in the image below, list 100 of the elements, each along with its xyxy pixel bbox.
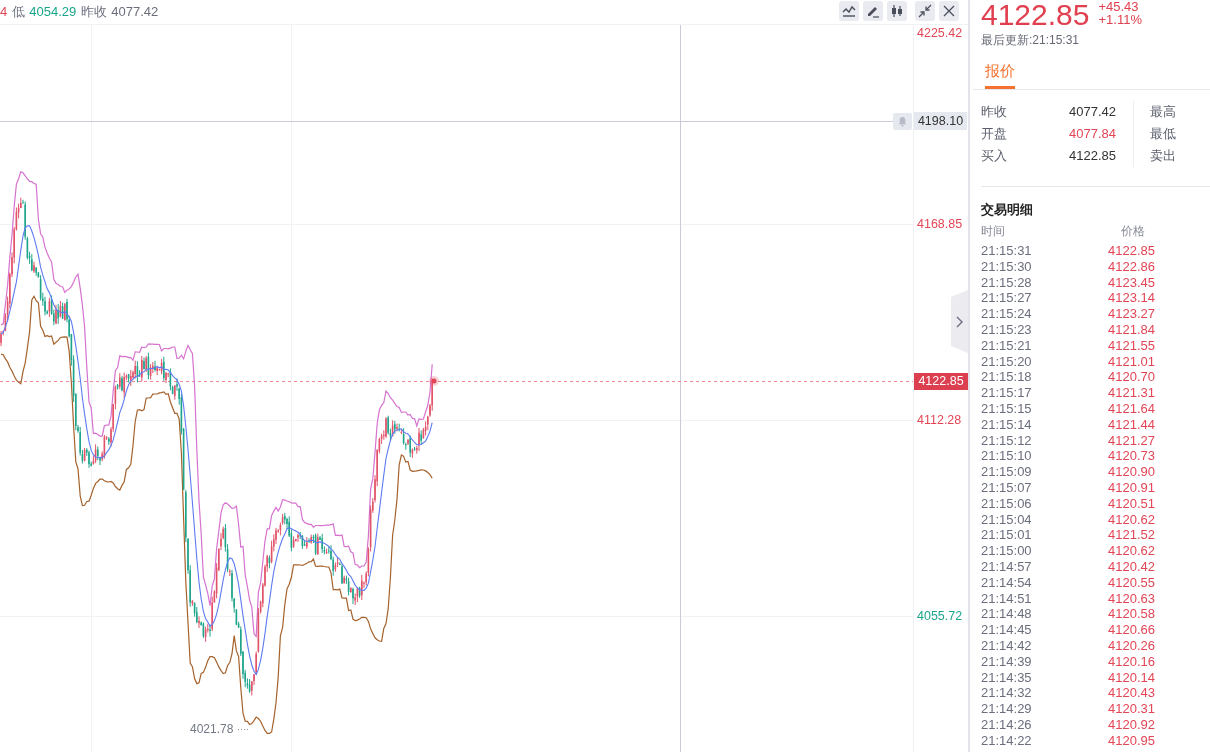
pencil-icon	[866, 4, 880, 18]
trade-price: 4120.63	[1108, 590, 1155, 607]
candlestick-icon	[890, 4, 904, 18]
column-header: 价格	[1120, 223, 1145, 239]
axis-label: 4112.28	[917, 412, 962, 428]
trade-price: 4121.31	[1108, 385, 1155, 401]
last-update-time: 最后更新:21:15:31	[981, 32, 1081, 48]
trade-time: 21:15:15	[981, 400, 1033, 417]
trade-time: 21:15:12	[981, 432, 1033, 449]
close-button[interactable]	[939, 1, 959, 21]
quote-value: 4077.84	[1069, 125, 1116, 143]
quote-tab[interactable]: 报价	[985, 61, 1015, 89]
trade-time: 21:15:27	[981, 290, 1033, 307]
trade-price: 4120.70	[1108, 369, 1155, 386]
trade-time: 21:14:42	[981, 637, 1033, 654]
trade-price: 4120.90	[1108, 464, 1155, 480]
trade-price: 4120.95	[1108, 732, 1155, 749]
trade-time: 21:14:22	[981, 732, 1033, 749]
trade-price: 4123.27	[1108, 306, 1155, 322]
trade-price: 4120.16	[1108, 653, 1155, 670]
axis-label: 4055.72	[917, 608, 963, 624]
trade-time: 21:15:04	[981, 511, 1033, 528]
quote-label: 最低	[1150, 125, 1176, 143]
trade-time: 21:14:29	[981, 701, 1033, 717]
trade-price: 4121.01	[1108, 353, 1155, 370]
trade-price: 4120.26	[1108, 637, 1155, 654]
quote-label: 昨收	[981, 103, 1007, 121]
quote-label: 最高	[1150, 103, 1176, 121]
trade-time: 21:15:21	[981, 337, 1033, 354]
trade-time: 21:15:30	[981, 258, 1033, 275]
stat-label: 昨收	[81, 3, 108, 21]
indicator-button[interactable]	[839, 1, 859, 21]
trade-price: 4120.66	[1108, 622, 1155, 638]
quote-label: 开盘	[981, 125, 1007, 143]
trade-price: 4120.42	[1108, 558, 1155, 575]
price-change-percent: +1.11%	[1098, 13, 1142, 26]
trade-price: 4121.84	[1108, 322, 1155, 338]
shrink-icon	[918, 4, 932, 18]
trade-time: 21:14:45	[981, 622, 1033, 638]
trade-time: 21:14:48	[981, 606, 1033, 623]
last-price-label: 4122.85	[914, 373, 968, 390]
column-header: 时间	[981, 223, 1006, 239]
trade-time: 21:15:31	[981, 243, 1033, 259]
stat-value: 4077.42	[111, 3, 159, 21]
trade-price: 4121.64	[1108, 400, 1155, 417]
trade-price: 4120.31	[1108, 701, 1155, 717]
quote-value: 4122.85	[1069, 147, 1116, 165]
trade-price: 4121.44	[1108, 416, 1155, 433]
trade-price: 4122.85	[1108, 243, 1155, 259]
trade-time: 21:15:28	[981, 274, 1033, 291]
quote-label: 买入	[981, 147, 1007, 165]
line-chart-icon	[842, 4, 856, 18]
trade-price: 4121.52	[1108, 527, 1155, 544]
last-price: 4122.85	[981, 0, 1090, 30]
trade-time: 21:15:23	[981, 322, 1033, 338]
trade-time: 21:15:09	[981, 464, 1033, 480]
trade-time: 21:15:18	[981, 369, 1033, 386]
axis-label: 4168.85	[917, 216, 963, 232]
stat-value: 4054.29	[29, 3, 77, 21]
bell-icon	[897, 116, 908, 127]
quote-label: 卖出	[1150, 147, 1176, 165]
trade-price: 4120.73	[1108, 448, 1155, 465]
trade-price: 4120.62	[1108, 511, 1155, 528]
trade-price: 4121.27	[1108, 432, 1155, 449]
trade-price: 4120.62	[1108, 543, 1155, 559]
trade-price: 4120.14	[1108, 669, 1155, 686]
stat-label: 低	[12, 3, 26, 21]
price-change: +45.43	[1098, 0, 1140, 13]
trade-time: 21:14:39	[981, 653, 1033, 670]
shrink-button[interactable]	[915, 1, 935, 21]
trade-price: 4123.45	[1108, 274, 1155, 291]
section-title: 交易明细	[981, 201, 1034, 219]
stat-value: 4	[0, 3, 8, 21]
close-icon	[942, 4, 956, 18]
trade-time: 21:15:07	[981, 479, 1033, 496]
quote-value: 4077.42	[1069, 103, 1116, 121]
trade-time: 21:14:35	[981, 669, 1033, 686]
trade-time: 21:15:20	[981, 353, 1033, 370]
chevron-right-icon	[956, 315, 963, 328]
trade-time: 21:15:06	[981, 495, 1033, 512]
trade-time: 21:15:10	[981, 448, 1033, 465]
trade-time: 21:15:00	[981, 543, 1033, 559]
chart-type-button[interactable]	[887, 1, 907, 21]
draw-button[interactable]	[863, 1, 883, 21]
trade-price: 4120.51	[1108, 495, 1155, 512]
trade-time: 21:15:14	[981, 416, 1033, 433]
trade-price: 4120.92	[1108, 716, 1155, 733]
trade-time: 21:14:32	[981, 685, 1033, 702]
axis-label: 4225.42	[917, 25, 963, 41]
trade-price: 4120.55	[1108, 574, 1155, 591]
trade-time: 21:14:57	[981, 558, 1033, 575]
trade-price: 4123.14	[1108, 290, 1155, 307]
trade-price: 4120.91	[1108, 479, 1155, 496]
trade-time: 21:14:54	[981, 574, 1033, 591]
trade-time: 21:15:17	[981, 385, 1033, 401]
trade-price: 4122.86	[1108, 258, 1155, 275]
trade-price: 4120.58	[1108, 606, 1155, 623]
trade-time: 21:14:51	[981, 590, 1033, 607]
trade-time: 21:14:26	[981, 716, 1033, 733]
trade-price: 4120.43	[1108, 685, 1155, 702]
